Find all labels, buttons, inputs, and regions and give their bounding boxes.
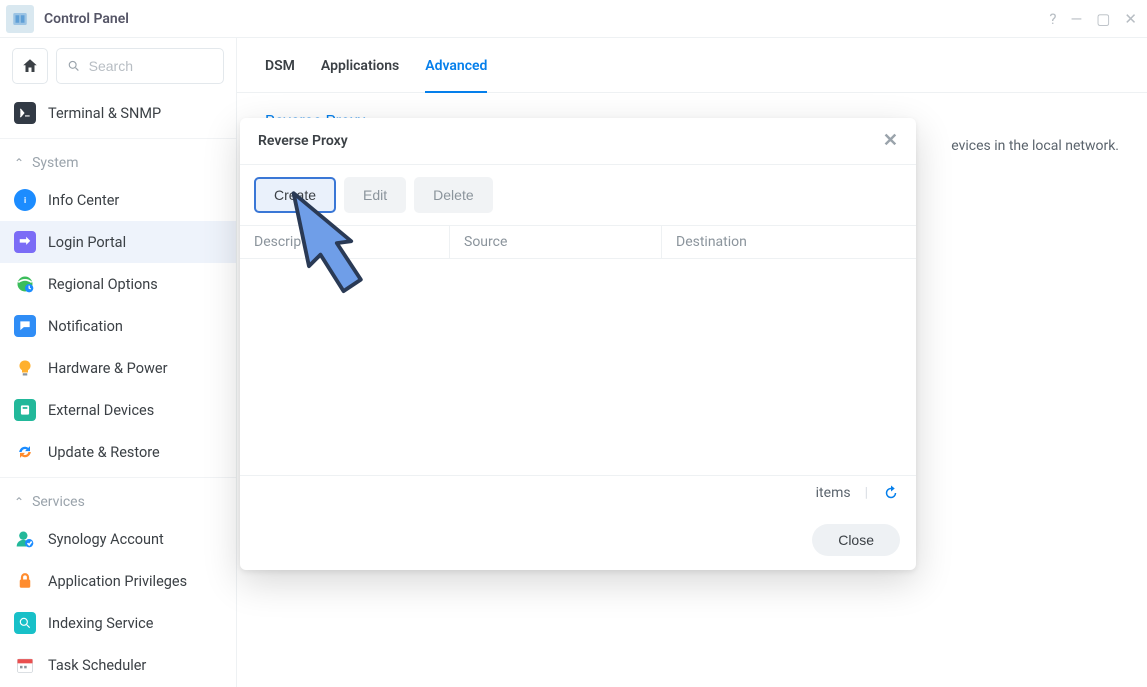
sidebar-item-indexing-service[interactable]: Indexing Service: [0, 602, 236, 644]
globe-icon: [15, 274, 35, 294]
terminal-icon: [18, 106, 32, 120]
table-header: Description Source Destination: [240, 225, 916, 259]
calendar-icon: [15, 655, 35, 675]
minimize-icon[interactable]: —: [1071, 10, 1083, 28]
sidebar-item-login-portal[interactable]: Login Portal: [0, 221, 236, 263]
sidebar-item-label: Update & Restore: [48, 444, 160, 461]
index-search-icon: [18, 616, 32, 630]
sidebar-item-label: Notification: [48, 318, 123, 335]
info-icon: i: [19, 194, 31, 206]
sidebar-item-synology-account[interactable]: Synology Account: [0, 518, 236, 560]
sidebar-item-task-scheduler[interactable]: Task Scheduler: [0, 644, 236, 686]
maximize-icon[interactable]: ▢: [1096, 10, 1110, 28]
refresh-icon: [882, 484, 900, 502]
search-input-wrapper[interactable]: [56, 48, 224, 84]
sidebar-item-label: External Devices: [48, 402, 154, 419]
bulb-icon: [16, 358, 34, 378]
sidebar-item-regional-options[interactable]: Regional Options: [0, 263, 236, 305]
sidebar-item-notification[interactable]: Notification: [0, 305, 236, 347]
app-icon: [6, 5, 34, 33]
sidebar-item-label: Application Privileges: [48, 573, 187, 590]
sidebar-item-update-restore[interactable]: Update & Restore: [0, 431, 236, 473]
section-label: Services: [32, 494, 85, 510]
sidebar-item-label: Terminal & SNMP: [48, 105, 161, 122]
search-input[interactable]: [89, 58, 213, 74]
search-icon: [67, 58, 81, 74]
sidebar-item-label: Hardware & Power: [48, 360, 167, 377]
column-description[interactable]: Description: [240, 226, 450, 258]
create-button[interactable]: Create: [254, 177, 336, 213]
lock-icon: [16, 571, 34, 591]
sidebar-item-label: Regional Options: [48, 276, 158, 293]
section-label: System: [32, 155, 78, 171]
delete-button: Delete: [414, 177, 492, 213]
titlebar: Control Panel ? — ▢ ✕: [0, 0, 1147, 38]
account-icon: [15, 529, 35, 549]
home-icon: [21, 57, 39, 75]
portal-icon: [18, 235, 32, 249]
home-button[interactable]: [12, 48, 48, 84]
sidebar-item-external-devices[interactable]: External Devices: [0, 389, 236, 431]
column-source[interactable]: Source: [450, 226, 662, 258]
tab-advanced[interactable]: Advanced: [425, 58, 487, 92]
sidebar-item-label: Indexing Service: [48, 615, 153, 632]
sync-icon: [15, 442, 35, 462]
modal-title: Reverse Proxy: [258, 133, 348, 149]
column-destination[interactable]: Destination: [662, 226, 916, 258]
tab-bar: DSM Applications Advanced: [237, 38, 1147, 93]
modal-footer: Close: [240, 510, 916, 570]
help-icon[interactable]: ?: [1049, 10, 1056, 28]
items-count-label: items: [816, 485, 851, 501]
modal-header: Reverse Proxy ✕: [240, 118, 916, 165]
window-title: Control Panel: [44, 11, 1049, 27]
sidebar-item-info-center[interactable]: i Info Center: [0, 179, 236, 221]
modal-toolbar: Create Edit Delete: [240, 165, 916, 225]
table-body: [240, 259, 916, 475]
close-button[interactable]: Close: [812, 524, 900, 556]
edit-button: Edit: [344, 177, 406, 213]
chevron-up-icon: ⌃: [14, 156, 24, 170]
close-icon[interactable]: ✕: [883, 132, 898, 150]
section-header-services[interactable]: ⌃ Services: [0, 477, 236, 518]
refresh-button[interactable]: [882, 484, 900, 502]
modal-status-bar: items |: [240, 475, 916, 510]
sidebar: Terminal & SNMP ⌃ System i Info Center L…: [0, 38, 237, 687]
device-icon: [18, 403, 32, 417]
tab-dsm[interactable]: DSM: [265, 58, 295, 92]
close-window-icon[interactable]: ✕: [1124, 10, 1137, 28]
sidebar-item-application-privileges[interactable]: Application Privileges: [0, 560, 236, 602]
section-header-system[interactable]: ⌃ System: [0, 138, 236, 179]
chevron-up-icon: ⌃: [14, 495, 24, 509]
sidebar-item-label: Info Center: [48, 192, 119, 209]
reverse-proxy-modal: Reverse Proxy ✕ Create Edit Delete Descr…: [240, 118, 916, 570]
sidebar-item-hardware-power[interactable]: Hardware & Power: [0, 347, 236, 389]
sidebar-item-terminal-snmp[interactable]: Terminal & SNMP: [0, 92, 236, 134]
svg-text:i: i: [24, 196, 26, 205]
sidebar-item-label: Synology Account: [48, 531, 164, 548]
sidebar-item-label: Task Scheduler: [48, 657, 146, 674]
chat-icon: [18, 319, 32, 333]
tab-applications[interactable]: Applications: [321, 58, 399, 92]
sidebar-item-label: Login Portal: [48, 234, 126, 251]
window-controls: ? — ▢ ✕: [1049, 10, 1137, 28]
